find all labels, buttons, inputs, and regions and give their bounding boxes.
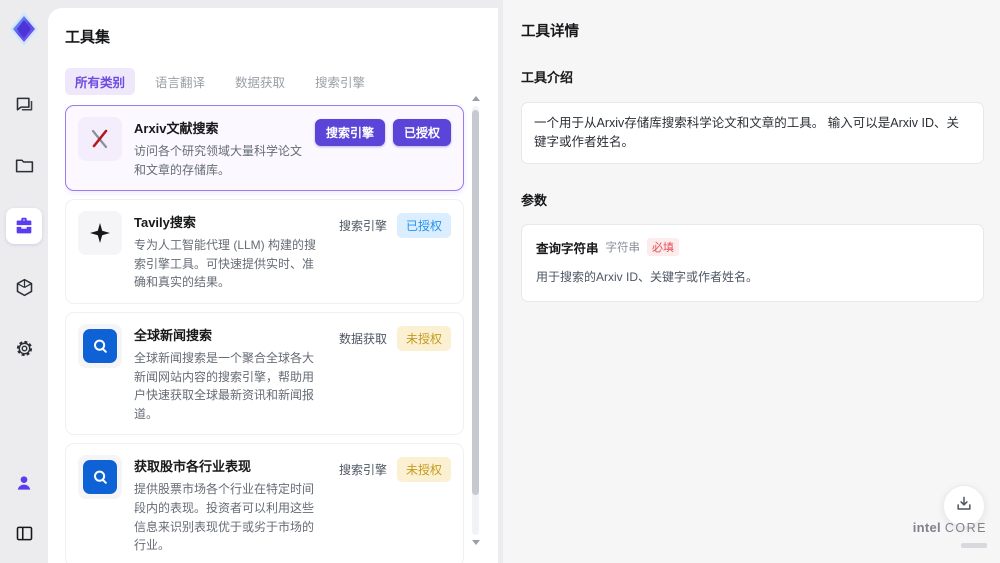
sidebar-item-chat[interactable]	[6, 86, 42, 122]
list-scrollbar[interactable]	[470, 96, 480, 563]
parameter-name: 查询字符串	[536, 241, 599, 256]
tool-category-tag: 数据获取	[338, 331, 387, 346]
tool-list-panel: 工具集 所有类别 语言翻译 数据获取 搜索引擎 Arxiv文献搜索 访问各个研究领域大…	[48, 8, 498, 563]
tool-detail-panel: 工具详情 工具介绍 一个用于从Arxiv存储库搜索科学论文和文章的工具。 输入可…	[503, 0, 1000, 563]
required-badge: 必填	[647, 238, 680, 256]
sidebar-item-settings[interactable]	[6, 330, 42, 366]
tool-icon	[78, 323, 122, 368]
tool-card[interactable]: 获取股市各行业表现 提供股票市场各个行业在特定时间段内的表现。投资者可以利用这些…	[65, 443, 464, 563]
scroll-up-arrow[interactable]	[472, 96, 480, 101]
panel-layout-icon	[14, 523, 35, 544]
tab-3[interactable]: 搜索引擎	[305, 68, 375, 95]
intel-core-logo: intel CORE	[912, 519, 987, 553]
user-icon	[14, 473, 34, 493]
tool-name: Tavily搜索	[134, 215, 196, 231]
tool-description: 访问各个研究领域大量科学论文和文章的存储库。	[134, 144, 303, 177]
cube-icon	[14, 277, 35, 298]
tool-category-tag: 搜索引擎	[338, 463, 387, 478]
core-wordmark: CORE	[944, 520, 987, 535]
sidebar-item-packages[interactable]	[6, 269, 42, 305]
folder-icon	[14, 155, 35, 176]
tool-description: 提供股票市场各个行业在特定时间段内的表现。投资者可以利用这些信息来识别表现优于或…	[134, 482, 315, 553]
tool-icon	[78, 455, 122, 500]
detail-title: 工具详情	[521, 24, 579, 40]
left-icon-rail	[0, 0, 48, 563]
tab-0[interactable]: 所有类别	[65, 68, 136, 95]
tool-category-tag: 搜索引擎	[338, 219, 387, 234]
scroll-down-arrow[interactable]	[472, 540, 480, 545]
intel-wordmark: intel	[912, 519, 941, 535]
scrollbar-thumb[interactable]	[472, 110, 479, 495]
download-icon	[954, 494, 974, 519]
tool-name: 获取股市各行业表现	[134, 459, 252, 475]
tab-1[interactable]: 语言翻译	[145, 68, 215, 95]
tool-auth-badge: 已授权	[396, 213, 451, 239]
tool-name: Arxiv文献搜索	[134, 121, 219, 136]
tool-auth-badge: 未授权	[396, 457, 451, 483]
tab-2[interactable]: 数据获取	[225, 68, 295, 95]
tool-description: 全球新闻搜索是一个聚合全球各大新闻网站内容的搜索引擎，帮助用户快速获取全球最新资…	[134, 350, 315, 421]
tool-description: 专为人工智能代理 (LLM) 构建的搜索引擎工具。可快速提供实时、准确和真实的结…	[134, 238, 317, 290]
tool-list: Arxiv文献搜索 访问各个研究领域大量科学论文和文章的存储库。 搜索引擎 已授…	[65, 105, 478, 563]
sidebar-item-toolbox[interactable]	[6, 208, 42, 244]
tool-auth-badge: 已授权	[392, 119, 451, 146]
params-heading: 参数	[521, 192, 548, 208]
toggle-sidebar-button[interactable]	[6, 515, 42, 551]
tool-card[interactable]: Tavily搜索 专为人工智能代理 (LLM) 构建的搜索引擎工具。可快速提供实…	[65, 199, 464, 304]
category-tabs: 所有类别 语言翻译 数据获取 搜索引擎	[65, 68, 478, 95]
tool-card[interactable]: Arxiv文献搜索 访问各个研究领域大量科学论文和文章的存储库。 搜索引擎 已授…	[65, 105, 464, 192]
tool-category-tag: 搜索引擎	[314, 119, 385, 146]
gear-icon	[14, 338, 35, 359]
brand-sub-mark	[961, 543, 987, 549]
app-logo[interactable]	[7, 10, 41, 48]
intro-heading: 工具介绍	[521, 70, 574, 85]
tool-icon	[78, 211, 122, 256]
parameter-type: 字符串	[605, 242, 641, 254]
tool-auth-badge: 未授权	[396, 325, 451, 351]
sidebar-item-account[interactable]	[6, 465, 42, 501]
chat-icon	[14, 94, 35, 115]
page-title: 工具集	[65, 29, 111, 46]
parameter-card: 查询字符串 字符串 必填 用于搜索的Arxiv ID、关键字或作者姓名。	[521, 223, 984, 302]
parameter-description: 用于搜索的Arxiv ID、关键字或作者姓名。	[536, 269, 759, 284]
toolbox-icon	[13, 215, 35, 237]
tool-card[interactable]: 全球新闻搜索 全球新闻搜索是一个聚合全球各大新闻网站内容的搜索引擎，帮助用户快速…	[65, 311, 464, 436]
tool-name: 全球新闻搜索	[134, 327, 213, 343]
sidebar-item-files[interactable]	[6, 147, 42, 183]
intro-text: 一个用于从Arxiv存储库搜索科学论文和文章的工具。 输入可以是Arxiv ID…	[521, 102, 984, 164]
tool-icon	[78, 117, 122, 161]
